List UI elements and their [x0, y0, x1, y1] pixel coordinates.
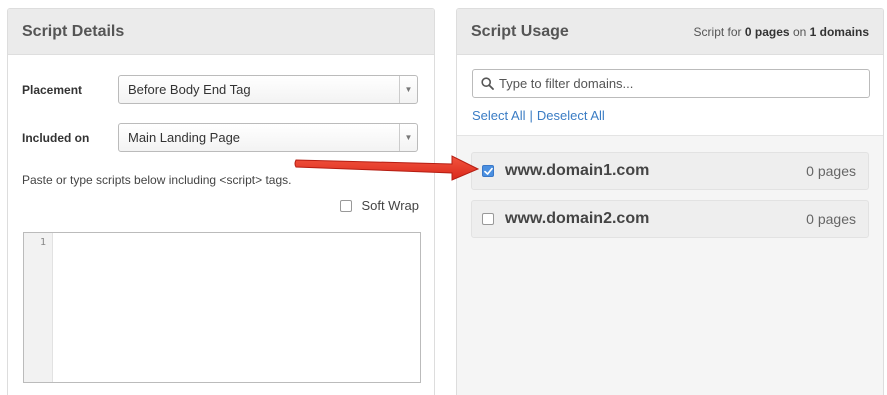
script-usage-header: Script Usage Script for 0 pages on 1 dom…	[457, 9, 883, 55]
annotation-arrow-icon	[294, 155, 480, 181]
link-separator: |	[529, 108, 533, 123]
soft-wrap-label: Soft Wrap	[361, 198, 419, 213]
checkmark-icon	[483, 167, 493, 175]
line-number-gutter: 1	[24, 233, 53, 382]
summary-domains: 1 domains	[809, 24, 869, 39]
summary-middle: on	[792, 24, 807, 39]
dropdown-arrow-icon[interactable]: ▼	[399, 76, 417, 103]
selection-links: Select All | Deselect All	[472, 108, 605, 123]
domain-filter[interactable]	[472, 69, 870, 98]
script-editor[interactable]: 1	[23, 232, 421, 383]
included-on-value: Main Landing Page	[128, 130, 241, 145]
domain-page-count: 0 pages	[806, 163, 856, 179]
placement-row: Placement Before Body End Tag ▼	[22, 75, 418, 104]
included-on-row: Included on Main Landing Page ▼	[22, 123, 418, 152]
domain-list: www.domain1.com 0 pages www.domain2.com …	[457, 135, 883, 395]
panel-title: Script Usage	[471, 22, 569, 40]
select-all-link[interactable]: Select All	[472, 108, 525, 123]
domain-filter-input[interactable]	[499, 76, 859, 91]
domain-checkbox[interactable]	[482, 213, 494, 225]
line-number: 1	[39, 237, 46, 248]
placement-value: Before Body End Tag	[128, 82, 251, 97]
script-hint: Paste or type scripts below including <s…	[22, 173, 292, 187]
domain-name: www.domain1.com	[505, 162, 650, 179]
script-details-header: Script Details	[8, 9, 434, 55]
panel-title: Script Details	[22, 22, 125, 40]
placement-select[interactable]: Before Body End Tag ▼	[118, 75, 418, 104]
script-usage-panel: Script Usage Script for 0 pages on 1 dom…	[456, 8, 884, 395]
domain-row[interactable]: www.domain1.com 0 pages	[471, 152, 869, 190]
domain-row[interactable]: www.domain2.com 0 pages	[471, 200, 869, 238]
search-icon	[481, 77, 494, 90]
soft-wrap-toggle[interactable]: Soft Wrap	[340, 198, 419, 213]
deselect-all-link[interactable]: Deselect All	[537, 108, 605, 123]
summary-prefix: Script for	[693, 24, 742, 39]
domain-name: www.domain2.com	[505, 210, 650, 227]
domain-page-count: 0 pages	[806, 211, 856, 227]
placement-label: Placement	[22, 82, 83, 97]
usage-summary: Script for 0 pages on 1 domains	[694, 25, 869, 39]
script-details-panel: Script Details Placement Before Body End…	[7, 8, 435, 395]
summary-pages: 0 pages	[744, 24, 790, 39]
soft-wrap-checkbox[interactable]	[340, 199, 353, 212]
domain-checkbox[interactable]	[482, 165, 494, 177]
included-on-select[interactable]: Main Landing Page ▼	[118, 123, 418, 152]
dropdown-arrow-icon[interactable]: ▼	[399, 124, 417, 151]
included-on-label: Included on	[22, 130, 90, 145]
